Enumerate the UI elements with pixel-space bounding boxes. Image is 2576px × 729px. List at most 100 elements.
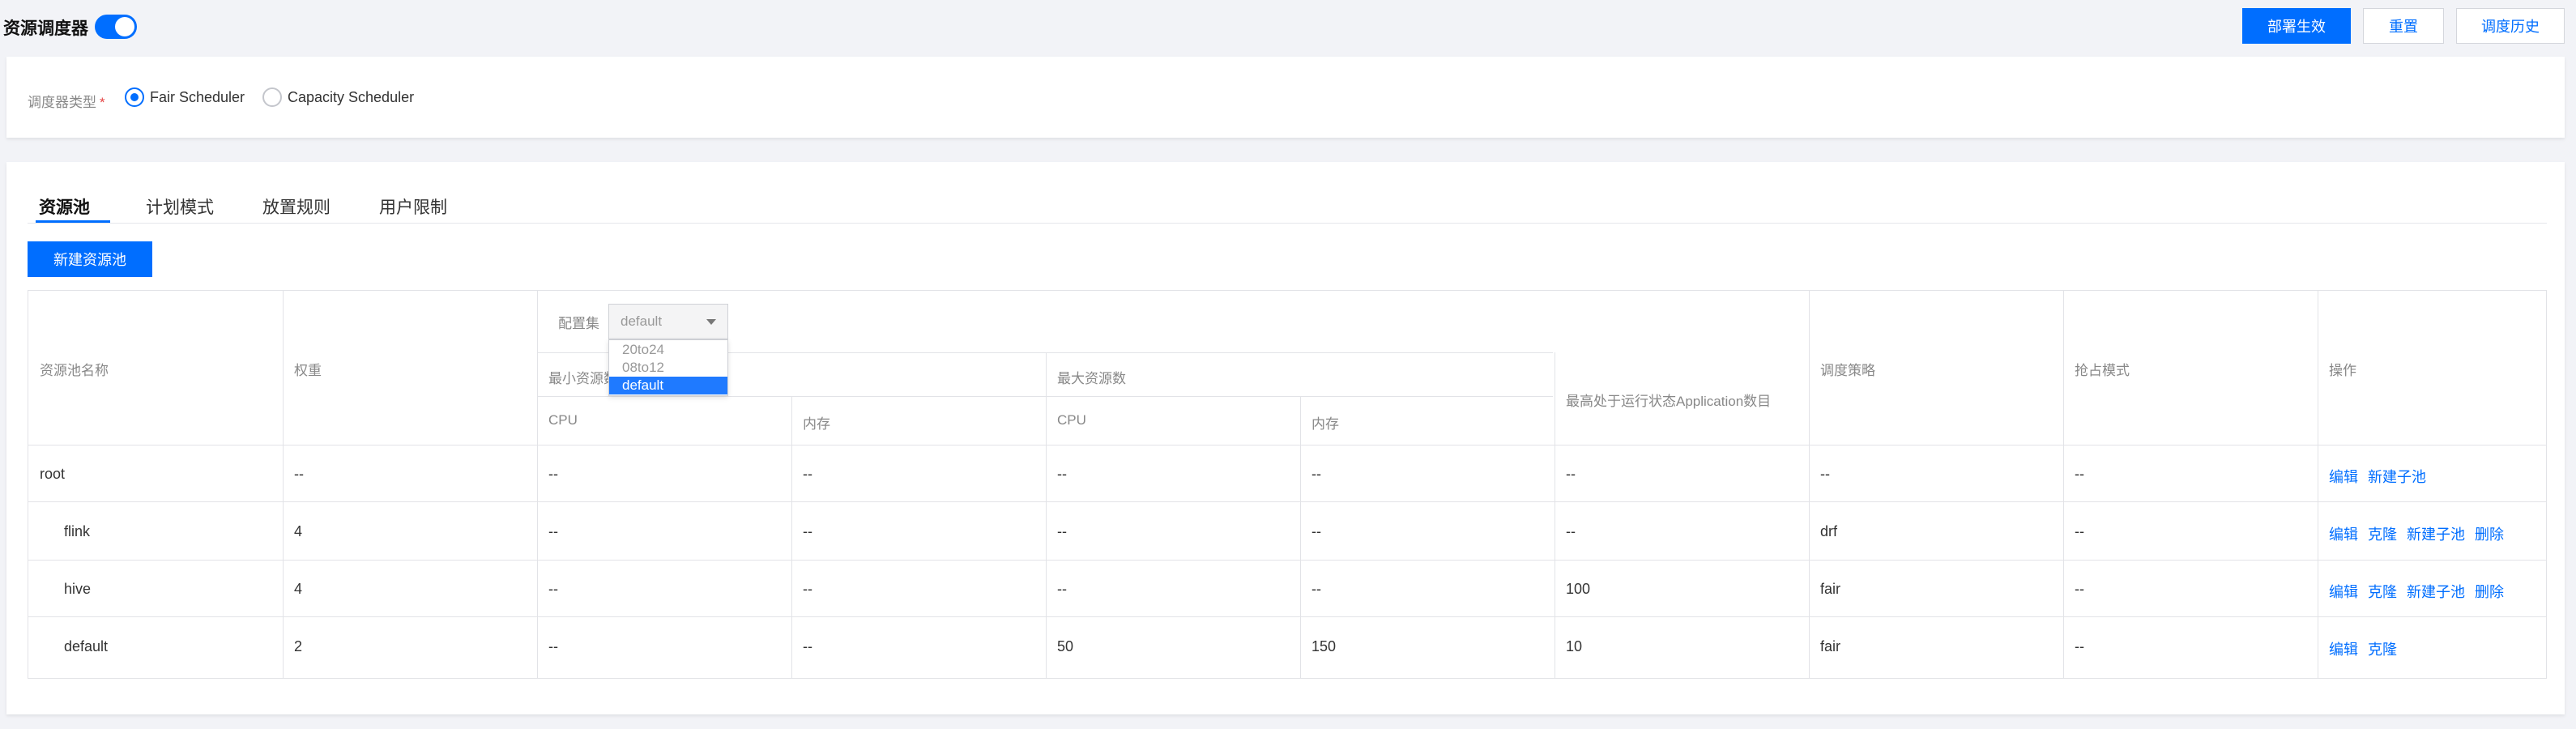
column-divider bbox=[1809, 291, 1810, 678]
deploy-button[interactable]: 部署生效 bbox=[2242, 8, 2351, 44]
resource-pool-table: 资源池名称 权重 最小资源数 最大资源数 最高处于运行状态Application… bbox=[28, 290, 2547, 679]
cell-max-memory: -- bbox=[1311, 466, 1321, 482]
page-title: 资源调度器 bbox=[3, 19, 88, 38]
resource-pool-card: 资源池 计划模式 放置规则 用户限制 新建资源池 资源池名称 权重 最小资源数 … bbox=[6, 162, 2565, 714]
cell-max-apps: -- bbox=[1566, 466, 1576, 482]
active-tab-indicator bbox=[36, 220, 110, 223]
header-min-resources: 最小资源数 bbox=[548, 371, 617, 386]
table-divider bbox=[28, 501, 2546, 502]
cell-pool-name: root bbox=[40, 466, 66, 482]
column-divider bbox=[2063, 291, 2064, 678]
cell-min-memory: -- bbox=[803, 523, 812, 539]
config-option-20to24[interactable]: 20to24 bbox=[609, 341, 727, 359]
config-set-select[interactable]: default bbox=[608, 304, 728, 339]
header-divider bbox=[537, 396, 1553, 397]
cell-preempt: -- bbox=[2075, 466, 2084, 482]
edit-link[interactable]: 编辑 bbox=[2329, 466, 2358, 487]
cell-weight: 4 bbox=[294, 523, 303, 539]
clone-link[interactable]: 克隆 bbox=[2368, 523, 2397, 544]
header-pool-name: 资源池名称 bbox=[40, 363, 109, 378]
cell-min-memory: -- bbox=[803, 638, 812, 654]
cell-max-cpu: 50 bbox=[1057, 638, 1074, 654]
config-option-default[interactable]: default bbox=[609, 377, 727, 394]
header-weight: 权重 bbox=[294, 363, 322, 378]
cell-max-apps: 10 bbox=[1566, 638, 1583, 654]
tab-placement-rules[interactable]: 放置规则 bbox=[262, 194, 331, 219]
scheduler-type-text: 调度器类型 bbox=[28, 95, 96, 110]
new-subpool-link[interactable]: 新建子池 bbox=[2407, 581, 2465, 602]
cell-policy: drf bbox=[1820, 523, 1838, 539]
new-resource-pool-button[interactable]: 新建资源池 bbox=[28, 241, 152, 277]
cell-preempt: -- bbox=[2075, 523, 2084, 539]
header-max-memory: 内存 bbox=[1311, 416, 1339, 432]
tab-plan-mode[interactable]: 计划模式 bbox=[146, 194, 214, 219]
tab-resource-pool[interactable]: 资源池 bbox=[39, 194, 90, 219]
clone-link[interactable]: 克隆 bbox=[2368, 638, 2397, 659]
cell-policy: -- bbox=[1820, 466, 1830, 482]
caret-down-icon bbox=[706, 319, 716, 325]
header-min-cpu: CPU bbox=[548, 412, 578, 428]
header-policy: 调度策略 bbox=[1820, 363, 1875, 378]
edit-link[interactable]: 编辑 bbox=[2329, 523, 2358, 544]
header-min-memory: 内存 bbox=[803, 416, 830, 432]
cell-pool-name: hive bbox=[64, 581, 92, 597]
history-button[interactable]: 调度历史 bbox=[2456, 8, 2565, 44]
toggle-knob bbox=[115, 17, 134, 36]
cell-min-cpu: -- bbox=[548, 581, 558, 597]
app-root: 资源调度器 部署生效 重置 调度历史 调度器类型 * Fair Scheduler… bbox=[0, 0, 2576, 729]
cell-pool-name: flink bbox=[64, 523, 91, 539]
cell-weight: -- bbox=[294, 466, 304, 482]
edit-link[interactable]: 编辑 bbox=[2329, 581, 2358, 602]
cell-pool-name: default bbox=[64, 638, 109, 654]
new-subpool-link[interactable]: 新建子池 bbox=[2368, 466, 2426, 487]
column-divider bbox=[537, 291, 538, 678]
column-divider bbox=[283, 291, 284, 678]
header-max-cpu: CPU bbox=[1057, 412, 1086, 428]
scheduler-toggle[interactable] bbox=[95, 15, 137, 39]
radio-checked-icon bbox=[125, 87, 144, 107]
cell-policy: fair bbox=[1820, 638, 1841, 654]
reset-button[interactable]: 重置 bbox=[2363, 8, 2444, 44]
cell-weight: 4 bbox=[294, 581, 303, 597]
cell-policy: fair bbox=[1820, 581, 1841, 597]
cell-min-cpu: -- bbox=[548, 523, 558, 539]
cell-max-apps: -- bbox=[1566, 523, 1576, 539]
config-set-value: default bbox=[621, 313, 663, 329]
table-divider bbox=[28, 616, 2546, 617]
cell-max-apps: 100 bbox=[1566, 581, 1591, 597]
cell-min-cpu: -- bbox=[548, 638, 558, 654]
cell-max-cpu: -- bbox=[1057, 523, 1067, 539]
radio-fair-scheduler[interactable]: Fair Scheduler bbox=[125, 87, 245, 107]
clone-link[interactable]: 克隆 bbox=[2368, 581, 2397, 602]
config-set-menu: 20to24 08to12 default bbox=[608, 339, 728, 396]
cell-weight: 2 bbox=[294, 638, 303, 654]
tab-user-limits[interactable]: 用户限制 bbox=[379, 194, 447, 219]
cell-max-memory: -- bbox=[1311, 523, 1321, 539]
cell-min-memory: -- bbox=[803, 466, 812, 482]
radio-label: Capacity Scheduler bbox=[288, 88, 415, 105]
cell-max-cpu: -- bbox=[1057, 466, 1067, 482]
page-header: 资源调度器 部署生效 重置 调度历史 bbox=[0, 0, 2576, 57]
scheduler-card: 调度器类型 * Fair Scheduler Capacity Scheduler bbox=[6, 57, 2565, 138]
delete-link[interactable]: 删除 bbox=[2475, 523, 2504, 544]
cell-max-memory: -- bbox=[1311, 581, 1321, 597]
required-mark: * bbox=[100, 95, 105, 110]
table-divider bbox=[28, 560, 2546, 561]
radio-capacity-scheduler[interactable]: Capacity Scheduler bbox=[262, 87, 414, 107]
column-divider bbox=[791, 396, 792, 678]
radio-unchecked-icon bbox=[262, 87, 282, 107]
cell-preempt: -- bbox=[2075, 638, 2084, 654]
column-divider bbox=[1046, 352, 1047, 678]
delete-link[interactable]: 删除 bbox=[2475, 581, 2504, 602]
cell-min-cpu: -- bbox=[548, 466, 558, 482]
config-set-label: 配置集 bbox=[558, 316, 599, 331]
radio-label: Fair Scheduler bbox=[150, 88, 245, 105]
config-option-08to12[interactable]: 08to12 bbox=[609, 359, 727, 377]
header-max-apps: 最高处于运行状态Application数目 bbox=[1566, 394, 1772, 409]
new-subpool-link[interactable]: 新建子池 bbox=[2407, 523, 2465, 544]
tab-bar: 资源池 计划模式 放置规则 用户限制 bbox=[28, 191, 2547, 224]
edit-link[interactable]: 编辑 bbox=[2329, 638, 2358, 659]
header-preempt: 抢占模式 bbox=[2075, 363, 2130, 378]
column-divider bbox=[1300, 396, 1301, 678]
header-actions: 操作 bbox=[2329, 363, 2356, 378]
